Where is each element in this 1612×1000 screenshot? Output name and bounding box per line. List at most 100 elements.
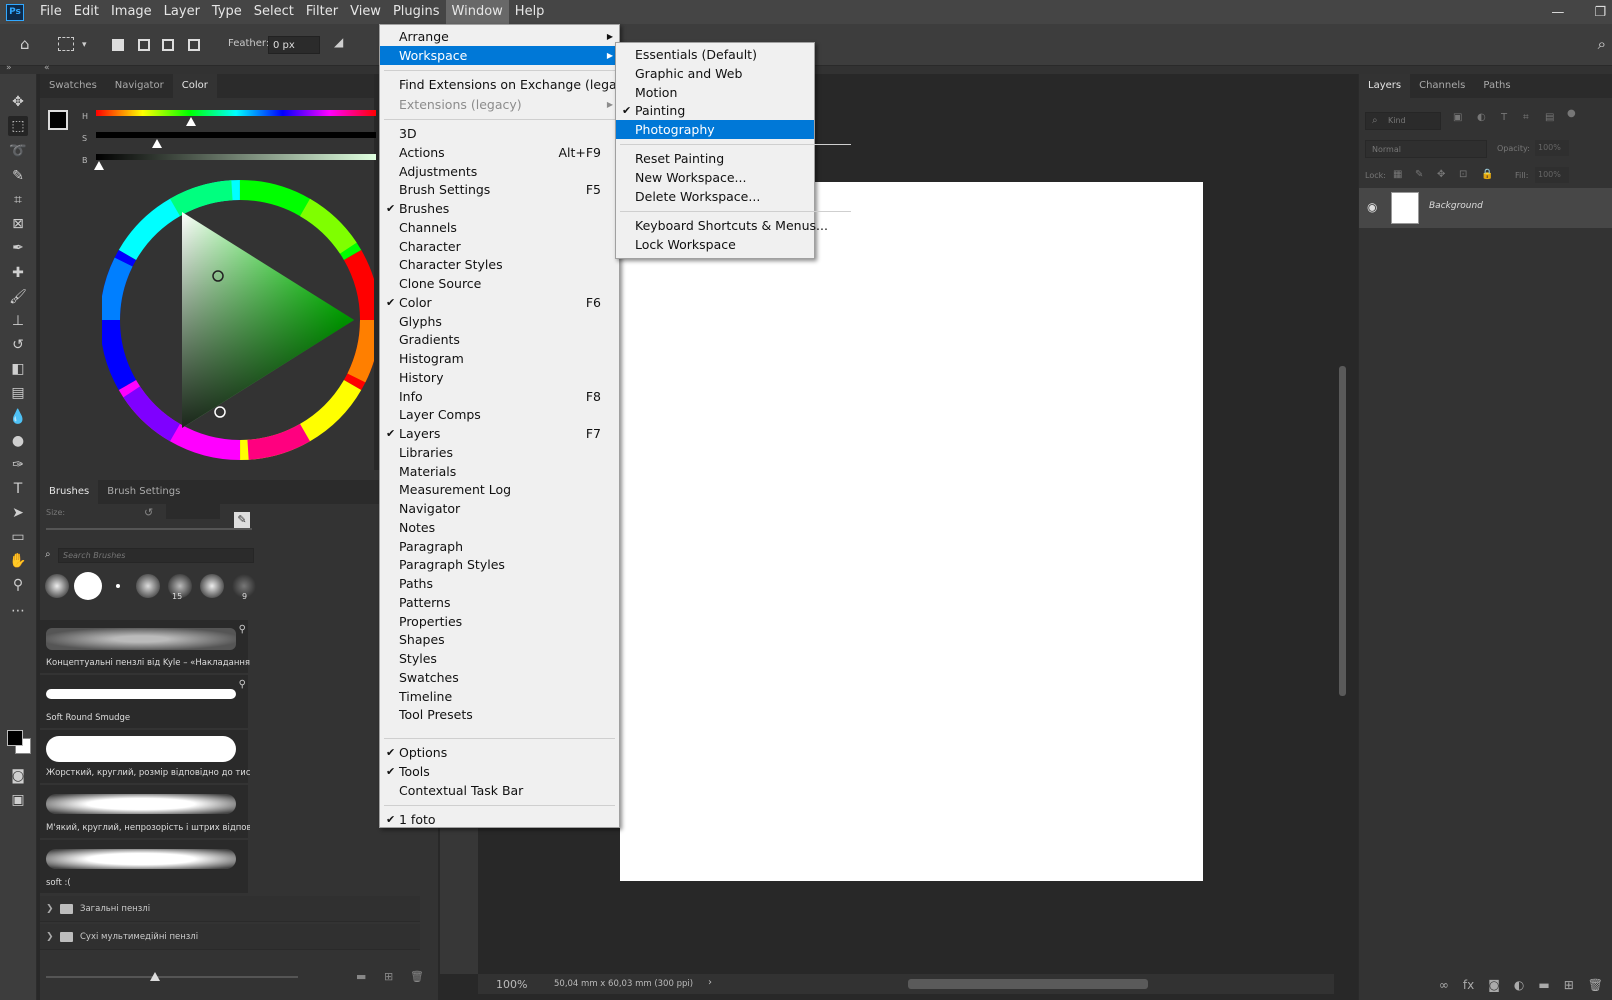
brightness-slider-thumb[interactable] <box>94 161 104 170</box>
menu-item-character[interactable]: Character <box>380 237 619 256</box>
brush-item[interactable]: М'який, круглий, непрозорість і штрих ві… <box>40 785 250 838</box>
anti-alias-icon[interactable]: ◢ <box>334 35 343 49</box>
lock-position-icon[interactable]: ✥ <box>1437 169 1445 180</box>
path-select-tool-icon[interactable]: ➤ <box>8 503 28 523</box>
menu-image[interactable]: Image <box>105 0 158 24</box>
menu-item-properties[interactable]: Properties <box>380 612 619 631</box>
type-tool-icon[interactable]: T <box>8 479 28 499</box>
menu-item-new-workspace[interactable]: New Workspace... <box>616 168 814 187</box>
chevron-right-icon[interactable]: › <box>708 977 712 988</box>
menu-item-keyboard-shortcuts-menus[interactable]: Keyboard Shortcuts & Menus... <box>616 216 828 235</box>
lock-artboard-icon[interactable]: ⊡ <box>1459 169 1467 180</box>
lasso-tool-icon[interactable]: ➰ <box>8 141 28 161</box>
crop-tool-icon[interactable]: ⌗ <box>8 190 28 210</box>
menu-item-glyphs[interactable]: Glyphs <box>380 312 619 331</box>
blur-tool-icon[interactable]: 💧 <box>8 407 28 427</box>
menu-item-photography[interactable]: Photography <box>616 120 814 139</box>
menu-item-channels[interactable]: Channels <box>380 218 619 237</box>
menu-item-paragraph[interactable]: Paragraph <box>380 537 619 556</box>
brush-tip-hard[interactable] <box>74 572 102 600</box>
expand-icon[interactable]: » <box>6 63 12 73</box>
menu-item-paragraph-styles[interactable]: Paragraph Styles <box>380 555 619 574</box>
gradient-tool-icon[interactable]: ▤ <box>8 383 28 403</box>
menu-item-graphic-and-web[interactable]: Graphic and Web <box>616 64 814 83</box>
menu-item-painting[interactable]: ✔ Painting <box>616 101 814 120</box>
menu-item-libraries[interactable]: Libraries <box>380 443 619 462</box>
menu-item-color[interactable]: ✔ Color F6 <box>380 293 619 312</box>
vertical-scrollbar-thumb[interactable] <box>1339 366 1346 696</box>
tab-channels[interactable]: Channels <box>1410 74 1474 98</box>
horizontal-scrollbar-thumb[interactable] <box>908 979 1148 989</box>
document-size[interactable]: 50,04 mm x 60,03 mm (300 ppi) <box>554 979 693 989</box>
menu-item-materials[interactable]: Materials <box>380 462 619 481</box>
frame-tool-icon[interactable]: ⊠ <box>8 214 28 234</box>
menu-item-arrange[interactable]: Arrange ▶ <box>380 27 619 46</box>
menu-item-adjustments[interactable]: Adjustments <box>380 162 619 181</box>
brush-item[interactable]: ⚲ Soft Round Smudge <box>40 675 248 728</box>
rectangle-tool-icon[interactable]: ▭ <box>8 527 28 547</box>
quick-select-tool-icon[interactable]: ✎ <box>8 166 28 186</box>
menu-item-options[interactable]: ✔ Options <box>380 743 619 762</box>
menu-help[interactable]: Help <box>509 0 551 24</box>
menu-item-layers[interactable]: ✔ Layers F7 <box>380 424 619 443</box>
brush-group[interactable]: ❯ Загальні пензлі <box>40 896 420 922</box>
opacity-input[interactable]: 100% <box>1535 140 1569 156</box>
tab-swatches[interactable]: Swatches <box>40 74 106 98</box>
menu-item-contextual-task-bar[interactable]: Contextual Task Bar <box>380 781 619 800</box>
menu-item-histogram[interactable]: Histogram <box>380 349 619 368</box>
subtract-selection-icon[interactable] <box>162 39 174 51</box>
tab-layers[interactable]: Layers <box>1359 74 1411 98</box>
eyedropper-tool-icon[interactable]: ✒ <box>8 238 28 258</box>
menu-item-notes[interactable]: Notes <box>380 518 619 537</box>
marquee-tool-icon[interactable]: ⬚ <box>8 116 28 136</box>
minimize-icon[interactable]: — <box>1551 5 1564 20</box>
layer-kind-filter[interactable]: ⌕ Kind <box>1365 112 1441 130</box>
menu-item-character-styles[interactable]: Character Styles <box>380 255 619 274</box>
menu-item-gradients[interactable]: Gradients <box>380 330 619 349</box>
search-icon[interactable]: ⌕ <box>1598 35 1606 53</box>
menu-item-brush-settings[interactable]: Brush Settings F5 <box>380 180 619 199</box>
quick-mask-icon[interactable]: ◙ <box>8 766 28 786</box>
adjustment-filter-icon[interactable]: ◐ <box>1477 112 1486 123</box>
mask-icon[interactable]: ◙ <box>1488 978 1500 1000</box>
healing-brush-tool-icon[interactable]: ✚ <box>8 263 28 283</box>
tab-brush-settings[interactable]: Brush Settings <box>98 480 189 504</box>
move-tool-icon[interactable]: ✥ <box>8 92 28 112</box>
brush-pen-icon[interactable]: ✎ <box>234 512 250 528</box>
brightness-slider[interactable] <box>96 154 376 160</box>
new-brush-icon[interactable]: ⊞ <box>384 970 393 983</box>
image-filter-icon[interactable]: ▣ <box>1453 112 1462 123</box>
menu-item-3d[interactable]: 3D <box>380 124 619 143</box>
menu-item-layer-comps[interactable]: Layer Comps <box>380 405 619 424</box>
chevron-right-icon[interactable]: ❯ <box>46 896 54 922</box>
menu-item-workspace[interactable]: Workspace ▶ <box>380 46 619 65</box>
collapse-icon[interactable]: « <box>44 63 50 73</box>
menu-item-styles[interactable]: Styles <box>380 649 619 668</box>
trash-icon[interactable]: 🗑 <box>410 970 424 983</box>
brush-tip-soft-large[interactable] <box>200 574 224 598</box>
brush-tip-small[interactable] <box>116 584 120 588</box>
document-canvas[interactable] <box>620 182 1203 881</box>
eraser-tool-icon[interactable]: ◧ <box>8 359 28 379</box>
brush-item[interactable]: soft :( <box>40 840 248 893</box>
menu-item-history[interactable]: History <box>380 368 619 387</box>
color-marker[interactable] <box>214 406 226 418</box>
menu-item-brushes[interactable]: ✔ Brushes <box>380 199 619 218</box>
menu-item-navigator[interactable]: Navigator <box>380 499 619 518</box>
fill-input[interactable]: 100% <box>1535 167 1569 183</box>
adjustment-layer-icon[interactable]: ◐ <box>1514 978 1524 1000</box>
brush-item[interactable]: ⚲ Концептуальні пензлі від Kyle – «Накла… <box>40 620 250 673</box>
blend-mode-select[interactable]: Normal <box>1365 140 1487 158</box>
menu-item-1-foto[interactable]: ✔ 1 foto <box>380 810 619 829</box>
lock-all-icon[interactable]: 🔒 <box>1481 169 1493 180</box>
pen-tool-icon[interactable]: ✑ <box>8 455 28 475</box>
screen-mode-icon[interactable]: ▣ <box>8 790 28 810</box>
menu-edit[interactable]: Edit <box>68 0 105 24</box>
history-brush-tool-icon[interactable]: ↺ <box>8 335 28 355</box>
menu-item-actions[interactable]: Actions Alt+F9 <box>380 143 619 162</box>
menu-item-swatches[interactable]: Swatches <box>380 668 619 687</box>
color-panel-foreground[interactable] <box>48 110 68 130</box>
foreground-color-swatch[interactable] <box>7 730 23 746</box>
menu-type[interactable]: Type <box>206 0 248 24</box>
brush-item[interactable]: Жорсткий, круглий, розмір відповідно до … <box>40 730 250 783</box>
